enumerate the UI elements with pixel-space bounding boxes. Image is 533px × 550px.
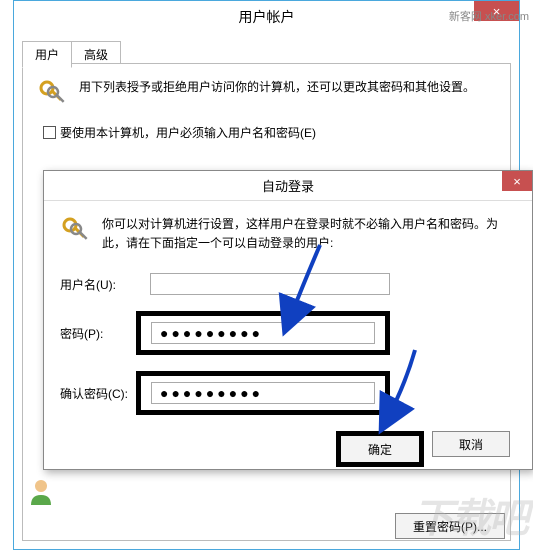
outer-title: 用户帐户 [239, 7, 295, 27]
confirm-row: 确认密码(C): ●●●●●●●●● [60, 371, 516, 415]
keys-icon [37, 78, 69, 110]
cancel-button[interactable]: 取消 [432, 431, 510, 457]
keys-icon [60, 215, 92, 247]
inner-titlebar: 自动登录 × [44, 171, 532, 201]
confirm-highlight-box: ●●●●●●●●● [136, 371, 390, 415]
outer-titlebar: 用户帐户 × [14, 1, 519, 33]
checkbox-label: 要使用本计算机，用户必须输入用户名和密码(E) [60, 124, 316, 141]
info-row: 用下列表授予或拒绝用户访问你的计算机，还可以更改其密码和其他设置。 [37, 78, 496, 110]
username-label: 用户名(U): [60, 276, 150, 293]
checkbox-row: 要使用本计算机，用户必须输入用户名和密码(E) [43, 124, 496, 141]
auto-login-dialog: 自动登录 × 你可以对计算机进行设置，这样用户在登录时就不必输入用户名和密码。为… [43, 170, 533, 470]
password-row: 密码(P): ●●●●●●●●● [60, 311, 516, 355]
inner-body: 你可以对计算机进行设置，这样用户在登录时就不必输入用户名和密码。为此，请在下面指… [44, 201, 532, 481]
user-icon [25, 475, 57, 507]
password-highlight-box: ●●●●●●●●● [136, 311, 390, 355]
lower-user-row [25, 475, 505, 507]
inner-title: 自动登录 [262, 176, 314, 195]
tab-users[interactable]: 用户 [22, 41, 72, 68]
require-login-checkbox[interactable] [43, 126, 56, 139]
button-row: 确定 取消 [60, 431, 516, 467]
ok-button[interactable]: 确定 [336, 431, 424, 467]
confirm-input[interactable]: ●●●●●●●●● [151, 382, 375, 404]
close-icon: × [513, 174, 521, 189]
username-row: 用户名(U): [60, 273, 516, 295]
inner-close-button[interactable]: × [502, 171, 532, 191]
reset-password-button[interactable]: 重置密码(P)... [395, 513, 505, 539]
password-input[interactable]: ●●●●●●●●● [151, 322, 375, 344]
info-text: 用下列表授予或拒绝用户访问你的计算机，还可以更改其密码和其他设置。 [79, 78, 496, 97]
reset-button-row: 重置密码(P)... [395, 513, 505, 539]
username-input[interactable] [150, 273, 390, 295]
inner-info-text: 你可以对计算机进行设置，这样用户在登录时就不必输入用户名和密码。为此，请在下面指… [102, 215, 516, 253]
watermark-top: 新客网 xker.com [449, 8, 529, 24]
inner-info-row: 你可以对计算机进行设置，这样用户在登录时就不必输入用户名和密码。为此，请在下面指… [60, 215, 516, 253]
